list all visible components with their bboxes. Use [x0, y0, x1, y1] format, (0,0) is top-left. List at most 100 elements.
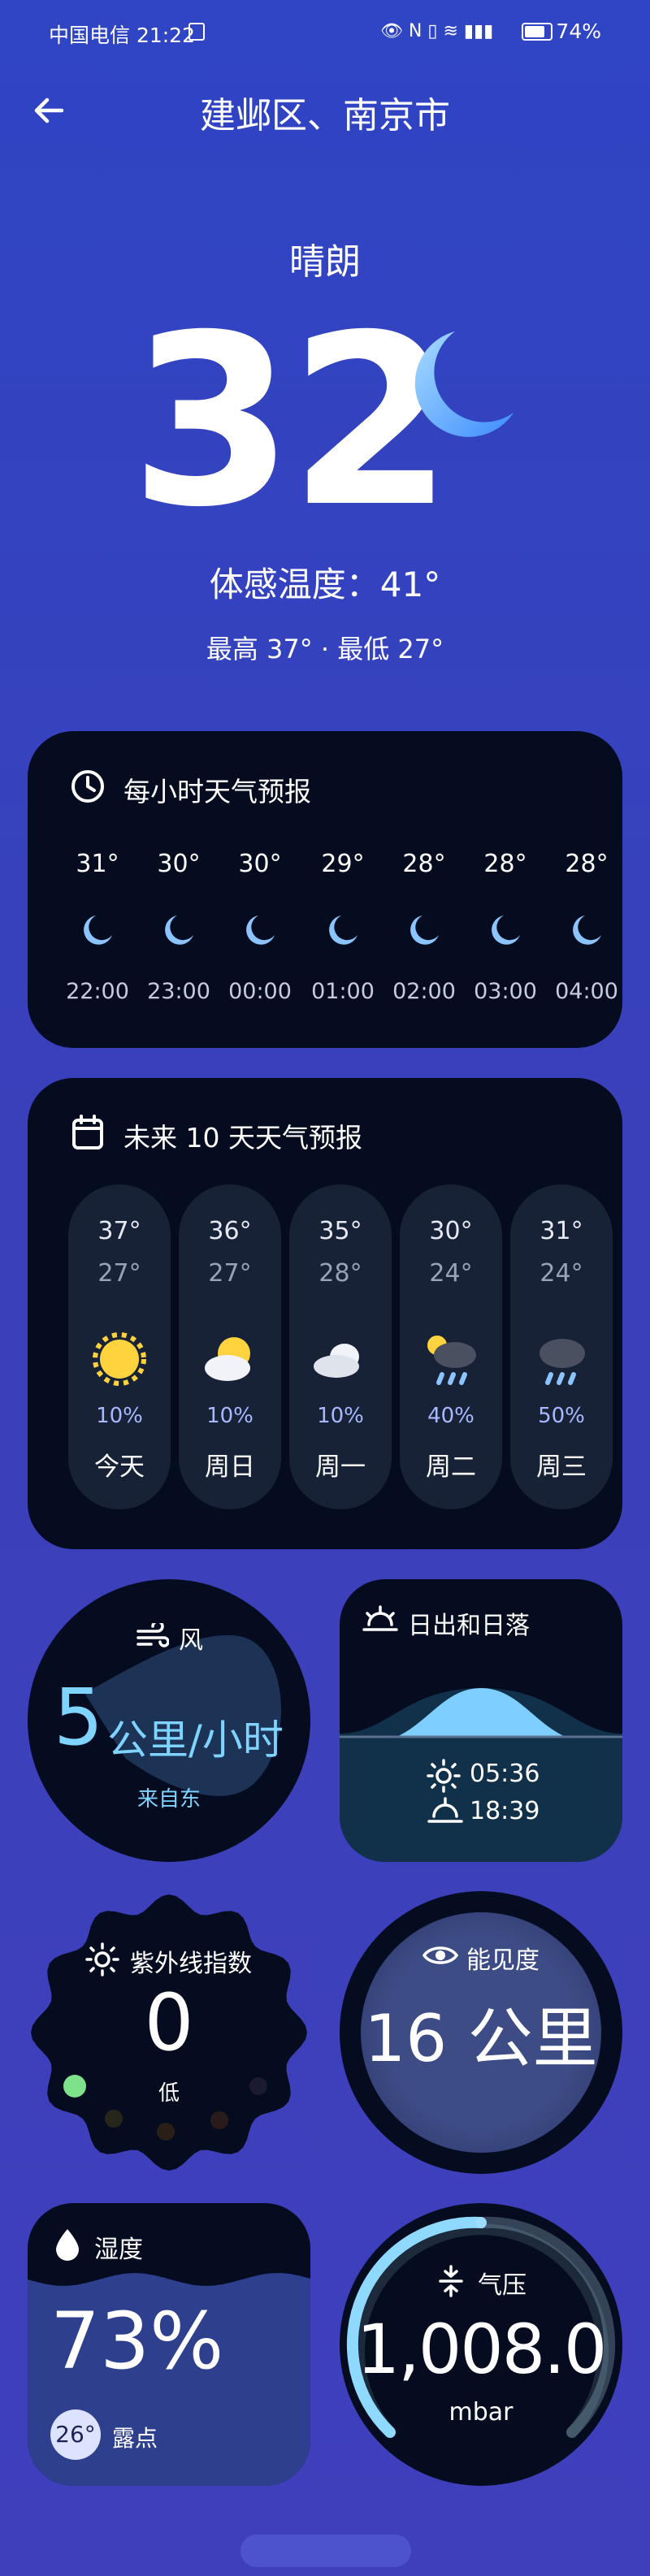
condition-label: 晴朗 [289, 241, 361, 283]
moon-icon [329, 916, 358, 945]
wind-icon [136, 1623, 169, 1647]
cloud-icon [314, 1344, 359, 1378]
hourly-time: 23:00 [147, 979, 210, 1004]
daily-day: 周一 [315, 1453, 366, 1482]
daily-day: 周二 [426, 1453, 476, 1482]
uv-level: 低 [158, 2081, 180, 2106]
hourly-title: 每小时天气预报 [124, 776, 311, 807]
daily-day: 周三 [536, 1453, 587, 1482]
visibility-title: 能见度 [466, 1946, 540, 1975]
daily-precip: 10% [317, 1404, 364, 1428]
hourly-temp: 29° [321, 850, 365, 878]
daily-high: 35° [318, 1217, 362, 1245]
daily-title: 未来 10 天天气预报 [124, 1122, 362, 1154]
wind-speed: 5 [54, 1672, 104, 1763]
daily-low: 27° [208, 1259, 252, 1288]
sun-rain-icon [427, 1336, 476, 1385]
dew-point-badge: 26° [50, 2409, 101, 2460]
daily-day: 周日 [205, 1453, 255, 1482]
feels-like: 体感温度：41° [209, 565, 441, 604]
daily-item[interactable]: 37° 27° 10% 今天 [68, 1184, 171, 1509]
daily-item[interactable]: 36° 27° 10% 周日 [179, 1184, 281, 1509]
hourly-temp: 30° [157, 850, 201, 878]
daily-precip: 50% [538, 1404, 585, 1428]
notification-icon [188, 23, 205, 41]
hourly-item: 28° 04:00 [546, 850, 627, 1004]
pressure-title: 气压 [478, 2271, 526, 2300]
water-drop-icon [56, 2229, 79, 2261]
daily-low: 27° [98, 1259, 141, 1288]
status-bar: 中国电信 21:22 👁 N ▯ ≋ ▮▮▮ 74% [0, 0, 650, 65]
hourly-item: 28° 02:00 [384, 850, 465, 1004]
daily-high: 37° [98, 1217, 141, 1245]
status-icons: 👁 N ▯ ≋ ▮▮▮ [380, 21, 494, 41]
sunset-icon [362, 1605, 398, 1631]
sunset-time: 18:39 [470, 1797, 540, 1825]
hourly-time: 01:00 [311, 979, 375, 1004]
calendar-icon [72, 1115, 103, 1149]
daily-low: 28° [318, 1259, 362, 1288]
eye-icon [422, 1946, 458, 1964]
cloud-rain-icon [540, 1339, 585, 1385]
hourly-item: 29° 01:00 [302, 850, 384, 1004]
pressure-value: 1,008.0 [356, 2310, 608, 2389]
moon-icon [165, 916, 193, 945]
pressure-icon [439, 2265, 463, 2297]
partly-cloudy-icon [205, 1337, 250, 1381]
daily-low: 24° [540, 1259, 583, 1288]
daily-item[interactable]: 30° 24° 40% 周二 [400, 1184, 502, 1509]
sun-title: 日出和日落 [408, 1612, 530, 1640]
battery-level: 74% [556, 19, 601, 43]
hourly-item: 30° 00:00 [219, 850, 301, 1004]
hourly-time: 04:00 [555, 979, 618, 1004]
daily-high: 31° [540, 1217, 583, 1245]
uv-sun-icon [85, 1942, 119, 1976]
uv-title: 紫外线指数 [130, 1950, 252, 1978]
hourly-temp: 28° [483, 850, 527, 878]
hourly-temp: 28° [402, 850, 446, 878]
high-low: 最高 37° · 最低 27° [206, 634, 444, 665]
sunrise-icon [427, 1759, 461, 1793]
carrier-time: 中国电信 21:22 [49, 24, 195, 47]
pressure-unit: mbar [448, 2398, 514, 2427]
wind-direction: 来自东 [136, 1787, 201, 1812]
humidity-value: 73% [50, 2296, 224, 2387]
battery-icon [522, 23, 552, 41]
hourly-temp: 28° [565, 850, 609, 878]
hourly-time: 02:00 [392, 979, 456, 1004]
wind-title: 风 [179, 1626, 203, 1655]
daily-precip: 10% [206, 1404, 254, 1428]
daily-low: 24° [429, 1259, 473, 1288]
moon-icon [84, 916, 112, 945]
hourly-temp: 31° [76, 850, 119, 878]
current-temperature: 32 [130, 285, 453, 559]
dew-point-label: 露点 [112, 2425, 158, 2452]
uv-value: 0 [144, 1977, 194, 2068]
humidity-title: 湿度 [94, 2236, 143, 2264]
hourly-item: 31° 22:00 [57, 850, 138, 1004]
daily-item[interactable]: 35° 28° 10% 周一 [289, 1184, 392, 1509]
sunrise-time: 05:36 [470, 1760, 540, 1788]
hourly-time: 00:00 [228, 979, 292, 1004]
daily-item[interactable]: 31° 24° 50% 周三 [510, 1184, 613, 1509]
daily-precip: 40% [427, 1404, 474, 1428]
daily-high: 36° [208, 1217, 252, 1245]
daily-day: 今天 [94, 1453, 145, 1482]
hourly-time: 22:00 [66, 979, 129, 1004]
moon-icon [410, 916, 439, 945]
hourly-temp: 30° [238, 850, 282, 878]
hourly-item: 28° 03:00 [465, 850, 546, 1004]
daily-high: 30° [429, 1217, 473, 1245]
moon-icon [573, 916, 601, 945]
visibility-value: 16 公里 [364, 2001, 598, 2076]
moon-icon [492, 916, 520, 945]
sunset-small-icon [427, 1797, 463, 1823]
clock-icon [72, 770, 104, 803]
daily-precip: 10% [96, 1404, 143, 1428]
hourly-item: 30° 23:00 [138, 850, 219, 1004]
bottom-gesture-bar[interactable] [240, 2535, 411, 2567]
location-title: 建邺区、南京市 [200, 95, 450, 136]
sun-icon [93, 1332, 146, 1386]
hourly-time: 03:00 [474, 979, 537, 1004]
moon-icon [414, 331, 514, 437]
